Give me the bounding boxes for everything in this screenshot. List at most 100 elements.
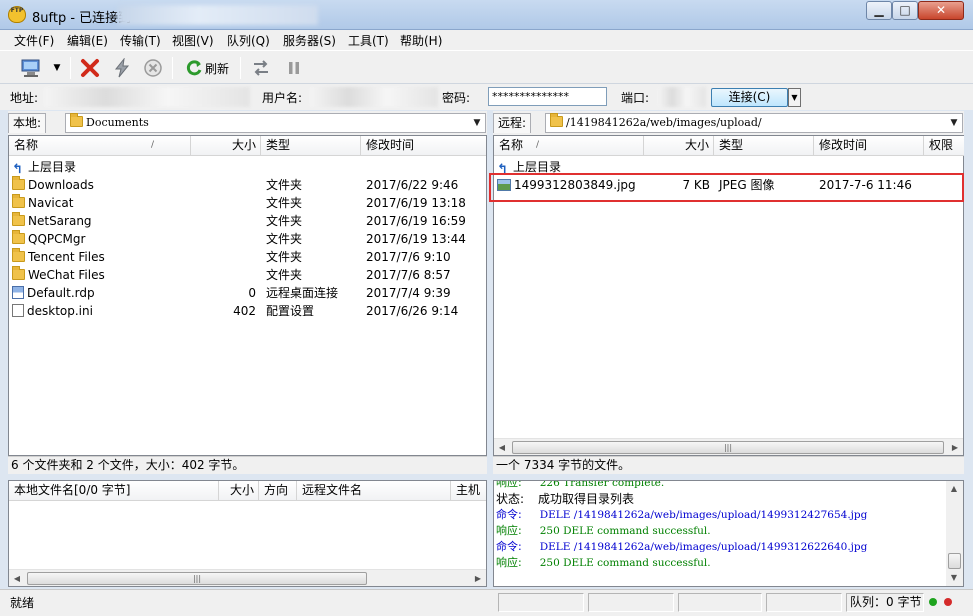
menu-bar: 文件(F) 编辑(E) 传输(T) 视图(V) 队列(Q) 服务器(S) 工具(…: [0, 30, 973, 50]
local-tab[interactable]: 本地:: [8, 113, 47, 133]
quick-connect-button[interactable]: [109, 56, 135, 80]
scroll-thumb[interactable]: |||: [512, 441, 944, 454]
username-input[interactable]: [310, 87, 438, 107]
menu-queue[interactable]: 队列(Q): [225, 32, 272, 49]
transfer-button[interactable]: [248, 56, 274, 80]
local-col-name[interactable]: 名称 /: [9, 136, 191, 156]
menu-file[interactable]: 文件(F): [12, 32, 56, 49]
remote-col-type[interactable]: 类型: [714, 136, 814, 156]
menu-view[interactable]: 视图(V): [170, 32, 216, 49]
red-x-icon: [81, 59, 99, 77]
log-output: 响应: 226 Transfer complete. 状态: 成功取得目录列表 命令…: [494, 481, 946, 586]
pause-icon: [289, 62, 299, 74]
queue-col-local[interactable]: 本地文件名[0/0 字节]: [9, 481, 219, 501]
refresh-button[interactable]: 刷新: [180, 56, 234, 80]
menu-help[interactable]: 帮助(H): [398, 32, 444, 49]
queue-horizontal-scrollbar[interactable]: ◀ ||| ▶: [9, 569, 486, 586]
connect-button[interactable]: 连接(C): [711, 88, 788, 107]
site-dropdown-button[interactable]: ▼: [48, 56, 66, 80]
scroll-right-icon[interactable]: ▶: [470, 571, 486, 586]
scroll-thumb[interactable]: |||: [27, 572, 367, 585]
transfer-led-green-icon: [929, 598, 937, 606]
connection-bar: 地址: 用户名: 密码: ************** 端口: 连接(C) ▼: [0, 84, 973, 110]
maximize-button[interactable]: □: [892, 1, 918, 20]
scroll-up-icon[interactable]: ▲: [946, 481, 962, 496]
remote-tab[interactable]: 远程:: [493, 113, 532, 133]
table-row[interactable]: QQPCMgr 文件夹 2017/6/19 13:44: [12, 230, 482, 248]
local-col-type[interactable]: 类型: [261, 136, 361, 156]
folder-icon: [12, 212, 25, 226]
table-row[interactable]: desktop.ini 402 配置设置 2017/6/26 9:14: [12, 302, 482, 320]
table-row[interactable]: WeChat Files 文件夹 2017/7/6 8:57: [12, 266, 482, 284]
table-row[interactable]: Downloads 文件夹 2017/6/22 9:46: [12, 176, 482, 194]
settings-file-icon: [12, 304, 24, 317]
remote-col-name[interactable]: 名称 /: [494, 136, 644, 156]
log-line: 响应: 250 DELE command successful.: [496, 556, 711, 569]
log-line: 状态: 成功取得目录列表: [496, 492, 635, 506]
connect-dropdown-button[interactable]: ▼: [788, 88, 801, 107]
remote-col-size[interactable]: 大小: [644, 136, 714, 156]
folder-icon: [12, 266, 25, 280]
log-panel: 响应: 226 Transfer complete. 状态: 成功取得目录列表 命令…: [493, 480, 964, 587]
folder-icon: [12, 248, 25, 262]
folder-icon: [12, 176, 25, 190]
scroll-thumb[interactable]: [948, 553, 961, 569]
queue-col-direction[interactable]: 方向: [259, 481, 297, 501]
highlight-box: [489, 173, 964, 202]
scroll-right-icon[interactable]: ▶: [947, 440, 963, 455]
disconnect-button[interactable]: [77, 56, 103, 80]
log-line: 命令: DELE /1419841262a/web/images/upload/1…: [496, 540, 868, 553]
menu-server[interactable]: 服务器(S): [281, 32, 338, 49]
minimize-button[interactable]: ▁: [866, 1, 892, 20]
local-col-size[interactable]: 大小: [191, 136, 261, 156]
local-parent-dir[interactable]: ↰ 上层目录: [12, 158, 482, 176]
port-input[interactable]: [658, 87, 706, 107]
app-logo-icon: FTP: [8, 6, 26, 23]
close-button[interactable]: ✕: [918, 1, 964, 20]
site-manager-button[interactable]: [18, 56, 44, 80]
remote-col-permissions[interactable]: 权限: [924, 136, 964, 156]
remote-path-combo[interactable]: /1419841262a/web/images/upload/ ▼: [545, 113, 963, 133]
remote-path-bar: 远程: /1419841262a/web/images/upload/ ▼: [493, 111, 964, 135]
table-row[interactable]: Default.rdp 0 远程桌面连接 2017/7/4 9:39: [12, 284, 482, 302]
queue-col-host[interactable]: 主机: [451, 481, 486, 501]
transfer-arrows-icon: [254, 60, 268, 76]
host-input[interactable]: [44, 87, 250, 107]
chevron-down-icon[interactable]: ▼: [469, 114, 485, 132]
computer-icon: [21, 59, 40, 77]
pause-button[interactable]: [281, 56, 307, 80]
menu-tools[interactable]: 工具(T): [346, 32, 391, 49]
folder-icon: [70, 113, 83, 127]
user-label: 用户名:: [262, 91, 303, 105]
cancel-circle-icon: [144, 59, 162, 77]
ready-status: 就绪: [10, 596, 35, 610]
queue-col-size[interactable]: 大小: [219, 481, 259, 501]
chevron-down-icon[interactable]: ▼: [946, 114, 962, 132]
table-row[interactable]: Tencent Files 文件夹 2017/7/6 9:10: [12, 248, 482, 266]
remote-horizontal-scrollbar[interactable]: ◀ ||| ▶: [494, 438, 963, 455]
table-row[interactable]: Navicat 文件夹 2017/6/19 13:18: [12, 194, 482, 212]
remote-col-modified[interactable]: 修改时间: [814, 136, 924, 156]
refresh-label: 刷新: [204, 61, 229, 76]
menu-transfer[interactable]: 传输(T): [118, 32, 163, 49]
log-line: 响应: 226 Transfer complete.: [496, 481, 665, 489]
table-row[interactable]: NetSarang 文件夹 2017/6/19 16:59: [12, 212, 482, 230]
up-arrow-icon: ↰: [12, 162, 23, 177]
queue-size-status: 队列：0 字节: [846, 593, 924, 612]
queue-col-remote[interactable]: 远程文件名: [297, 481, 451, 501]
stop-button[interactable]: [140, 56, 166, 80]
title-bar: FTP 8uftp - 已连接到 ▁ □ ✕: [0, 0, 973, 30]
log-vertical-scrollbar[interactable]: ▲ ▼: [946, 481, 963, 586]
scroll-down-icon[interactable]: ▼: [946, 570, 962, 585]
log-line: 响应: 250 DELE command successful.: [496, 524, 711, 537]
sort-indicator-icon: /: [151, 140, 155, 150]
scroll-left-icon[interactable]: ◀: [494, 440, 510, 455]
password-input[interactable]: **************: [488, 87, 607, 106]
transfer-queue: 本地文件名[0/0 字节] 大小 方向 远程文件名 主机 ◀ ||| ▶: [8, 480, 487, 587]
local-col-modified[interactable]: 修改时间: [361, 136, 486, 156]
remote-path-text: /1419841262a/web/images/upload/: [566, 116, 762, 129]
scroll-left-icon[interactable]: ◀: [9, 571, 25, 586]
local-path-combo[interactable]: Documents ▼: [65, 113, 486, 133]
menu-edit[interactable]: 编辑(E): [65, 32, 110, 49]
log-line: 命令: DELE /1419841262a/web/images/upload/1…: [496, 508, 868, 521]
